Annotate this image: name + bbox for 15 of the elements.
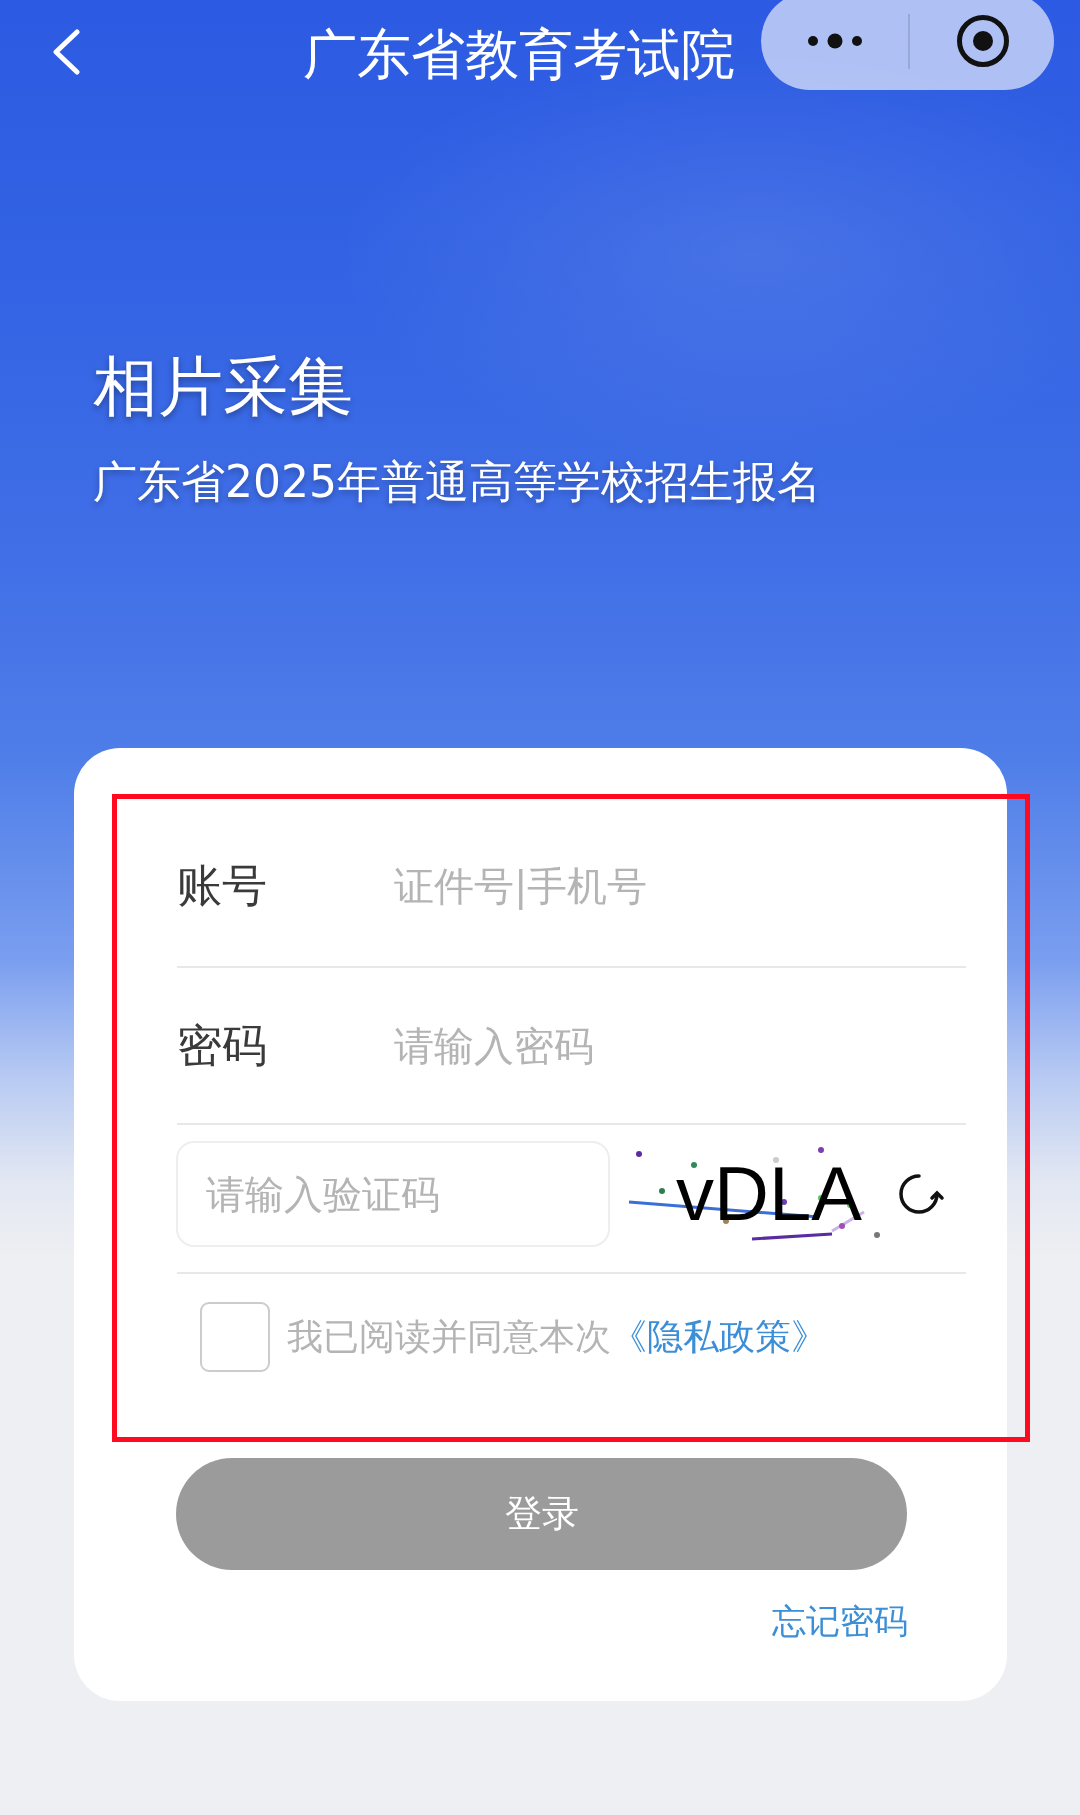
back-icon[interactable] bbox=[51, 29, 81, 75]
captcha-field[interactable]: 请输入验证码 bbox=[176, 1141, 610, 1247]
field-label: 密码 bbox=[177, 1017, 268, 1074]
input-field[interactable]: 证件号|手机号 bbox=[394, 854, 966, 918]
target-icon[interactable] bbox=[957, 15, 1009, 67]
nav-title: 广东省教育考试院 bbox=[303, 22, 735, 87]
privacy-policy-link[interactable]: 《隐私政策》 bbox=[611, 1316, 827, 1357]
forgot-password-link[interactable]: 忘记密码 bbox=[772, 1598, 908, 1644]
page-subtitle: 广东省2025年普通高等学校招生报名 bbox=[93, 455, 821, 509]
input-field[interactable]: 请输入密码 bbox=[394, 1013, 966, 1078]
page-heading: 相片采集 bbox=[93, 348, 353, 426]
agreement-text: 我已阅读并同意本次《隐私政策》 bbox=[287, 1315, 827, 1359]
field-label: 账号 bbox=[177, 858, 268, 914]
agreement-checkbox[interactable] bbox=[200, 1302, 270, 1372]
more-icon[interactable] bbox=[808, 33, 862, 49]
